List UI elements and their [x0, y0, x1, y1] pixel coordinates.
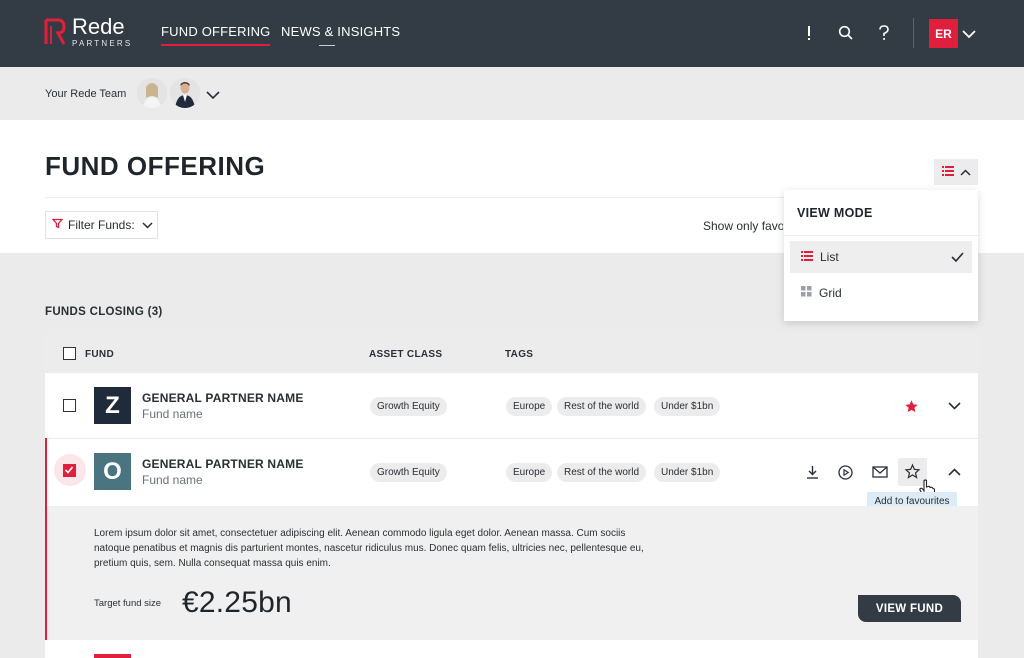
team-member-avatar[interactable] [170, 78, 200, 108]
download-icon[interactable] [803, 463, 821, 481]
chevron-down-icon[interactable] [962, 26, 976, 44]
gp-name: GENERAL PARTNER NAME [142, 391, 304, 405]
view-mode-title: VIEW MODE [797, 206, 873, 220]
tag: Europe [506, 397, 553, 416]
nav-news-insights[interactable]: NEWS & INSIGHTS [281, 24, 400, 46]
tag: Under $1bn [654, 463, 721, 482]
asset-class-tag: Growth Equity [370, 463, 447, 482]
fund-logo: Z [94, 387, 131, 424]
search-icon[interactable] [835, 22, 857, 44]
gp-name: GENERAL PARTNER NAME [142, 457, 304, 471]
team-bar: Your Rede Team [0, 67, 1024, 120]
column-header-fund: FUND [85, 349, 114, 360]
table-row[interactable]: Z GENERAL PARTNER NAME Fund name Growth … [45, 373, 978, 439]
view-fund-button[interactable]: VIEW FUND [858, 595, 961, 622]
row-checkbox-checked[interactable] [63, 464, 76, 477]
tag: Europe [506, 463, 553, 482]
row-checkbox[interactable] [63, 399, 76, 412]
page-title: FUND OFFERING [45, 151, 266, 181]
fund-logo: O [94, 453, 131, 490]
divider [784, 235, 978, 236]
tag: Rest of the world [557, 397, 647, 416]
tag: Rest of the world [557, 463, 647, 482]
fund-details-panel: Lorem ipsum dolor sit amet, consectetuer… [45, 506, 978, 640]
view-mode-list-label: List [820, 250, 839, 264]
table-row[interactable]: O GENERAL PARTNER NAME Fund name Growth … [45, 439, 978, 505]
fund-name: Fund name [142, 407, 203, 421]
rede-logo-mark [44, 18, 66, 46]
view-mode-grid-option[interactable]: Grid [790, 277, 972, 309]
favourite-star-filled-icon[interactable] [902, 397, 920, 415]
tag: Under $1bn [654, 397, 721, 416]
chevron-up-icon[interactable] [945, 463, 963, 481]
brand-name: Rede [72, 14, 125, 39]
rede-logo[interactable]: Rede PARTNERS [44, 16, 132, 48]
filter-icon [51, 218, 64, 232]
list-view-icon [941, 163, 954, 181]
funds-table: FUND ASSET CLASS TAGS Z GENERAL PARTNER … [45, 334, 978, 658]
view-mode-toggle[interactable] [934, 159, 978, 185]
check-icon [951, 251, 964, 265]
help-icon[interactable] [873, 22, 895, 44]
view-mode-grid-label: Grid [819, 286, 842, 300]
fund-name: Fund name [142, 473, 203, 487]
column-header-tags: TAGS [505, 349, 534, 360]
chevron-down-icon [142, 218, 153, 232]
chevron-up-icon [959, 163, 971, 181]
grid-view-icon [801, 286, 812, 300]
nav-divider [913, 18, 914, 48]
column-header-asset-class: ASSET CLASS [369, 349, 443, 360]
fund-logo [94, 654, 131, 658]
select-all-checkbox[interactable] [63, 347, 76, 360]
play-icon[interactable] [836, 463, 854, 481]
user-avatar[interactable]: ER [929, 19, 958, 48]
filter-funds-button[interactable]: Filter Funds: [45, 211, 158, 239]
section-title: FUNDS CLOSING (3) [45, 306, 163, 318]
mail-icon[interactable] [871, 463, 889, 481]
chevron-down-icon[interactable] [945, 397, 963, 415]
top-navigation: Rede PARTNERS FUND OFFERING NEWS & INSIG… [0, 0, 1024, 67]
view-mode-list-option[interactable]: List [790, 241, 972, 273]
fund-description: Lorem ipsum dolor sit amet, consectetuer… [94, 528, 644, 569]
table-header: FUND ASSET CLASS TAGS [45, 334, 978, 373]
chevron-down-icon[interactable] [206, 87, 220, 105]
show-only-favourites-toggle[interactable]: Show only favourites [703, 219, 783, 233]
view-mode-menu: VIEW MODE List Grid [784, 190, 978, 321]
brand-sub: PARTNERS [72, 39, 133, 48]
asset-class-tag: Growth Equity [370, 397, 447, 416]
team-member-avatar[interactable] [137, 78, 167, 108]
selected-row-indicator [45, 438, 47, 640]
alert-icon[interactable] [798, 22, 820, 44]
target-fund-size-value: €2.25bn [182, 586, 292, 619]
team-label: Your Rede Team [45, 88, 127, 100]
list-view-icon [801, 250, 813, 264]
target-fund-size-label: Target fund size [94, 598, 162, 609]
filter-funds-label: Filter Funds: [68, 218, 135, 232]
nav-fund-offering[interactable]: FUND OFFERING [161, 24, 271, 46]
